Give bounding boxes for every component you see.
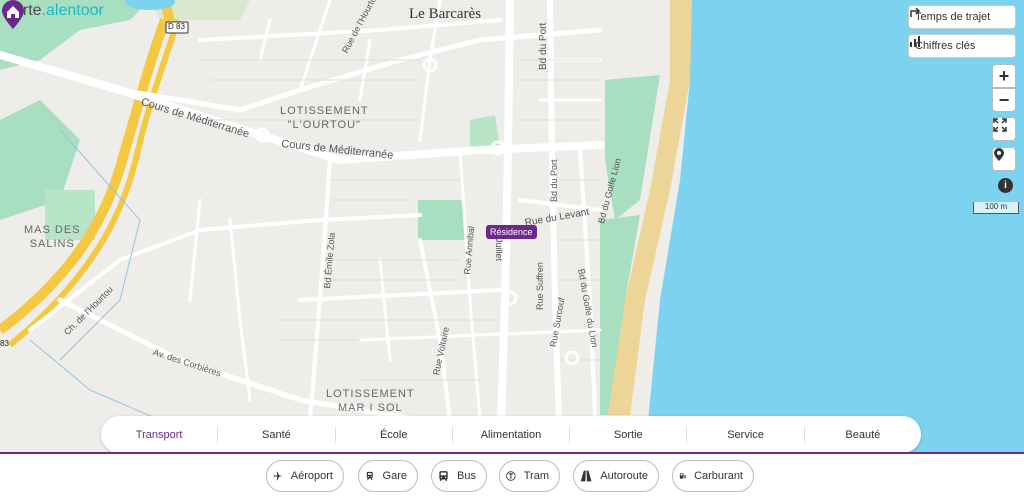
label-lot-mar-line2: MAR I SOL: [338, 402, 403, 414]
residence-pin-icon[interactable]: [0, 0, 26, 30]
zoom-out-button[interactable]: −: [992, 88, 1016, 112]
highway-icon: [580, 470, 592, 482]
info-icon[interactable]: i: [998, 178, 1013, 193]
tab-ecole[interactable]: École: [336, 426, 453, 443]
key-figures-button[interactable]: Chiffres clés: [908, 34, 1016, 58]
scale-bar: 100 m: [973, 202, 1019, 214]
tab-sortie[interactable]: Sortie: [570, 426, 688, 443]
fuel-icon: [679, 473, 686, 479]
tab-sante[interactable]: Santé: [218, 426, 336, 443]
chip-aeroport[interactable]: Aéroport: [266, 460, 344, 492]
travel-time-button[interactable]: Temps de trajet: [908, 5, 1016, 29]
chip-autoroute[interactable]: Autoroute: [573, 460, 659, 492]
label-lot-ourtou-line2: "L'OURTOU": [287, 119, 361, 131]
fullscreen-button[interactable]: [992, 117, 1016, 141]
fullscreen-icon: [993, 118, 1007, 132]
label-bd-port-2: Bd du Port: [549, 159, 559, 202]
tram-icon: [506, 471, 516, 481]
chip-gare[interactable]: Gare: [358, 460, 418, 492]
chip-tram[interactable]: Tram: [499, 460, 560, 492]
chip-aeroport-label: Aéroport: [290, 470, 333, 482]
residence-label[interactable]: Résidence: [486, 225, 537, 239]
label-mas-line2: SALINS: [29, 238, 75, 250]
map-pin-icon: [994, 148, 1004, 161]
plane-icon: [273, 471, 283, 481]
label-juillet: Juillet: [494, 238, 504, 262]
chip-carburant[interactable]: Carburant: [672, 460, 754, 492]
chip-tram-label: Tram: [523, 470, 549, 482]
chip-autoroute-label: Autoroute: [600, 470, 648, 482]
tab-service[interactable]: Service: [687, 426, 805, 443]
tab-transport[interactable]: Transport: [101, 426, 219, 459]
label-lot-ourtou-line1: LOTISSEMENT: [280, 105, 369, 117]
label-lot-mar-line1: LOTISSEMENT: [326, 388, 415, 400]
label-mas-line1: MAS DES: [24, 224, 81, 236]
key-figures-label: Chiffres clés: [915, 40, 976, 52]
bus-icon: [439, 471, 448, 481]
train-icon: [366, 471, 373, 481]
tab-beaute[interactable]: Beauté: [805, 427, 921, 443]
label-mas-des-salins: MAS DES SALINS: [24, 223, 81, 251]
bar-chart-icon: [910, 36, 920, 47]
road-shield-83: 83: [0, 339, 9, 348]
label-rue-suffren: Rue Suffren: [535, 262, 545, 310]
chip-bus[interactable]: Bus: [431, 460, 487, 492]
travel-time-label: Temps de trajet: [915, 11, 991, 23]
zoom-in-button[interactable]: +: [992, 64, 1016, 88]
map[interactable]: carte.alentoor Le Barcarès D 83 83 Rue d…: [0, 0, 1024, 453]
city-name: Le Barcarès: [409, 6, 482, 22]
tab-alimentation[interactable]: Alimentation: [453, 426, 571, 443]
logo-part2: alentoor: [46, 2, 104, 19]
chip-bus-label: Bus: [457, 470, 476, 482]
chip-carburant-label: Carburant: [694, 470, 743, 482]
label-lotissement-ourtou: LOTISSEMENT "L'OURTOU": [280, 104, 369, 132]
road-shield-d83: D 83: [168, 22, 185, 31]
turn-right-icon: [910, 7, 921, 17]
label-bd-port-top: Bd du Port: [538, 22, 549, 70]
chip-gare-label: Gare: [382, 470, 407, 482]
label-lotissement-mar-i-sol: LOTISSEMENT MAR I SOL: [326, 387, 415, 415]
locate-button[interactable]: [992, 147, 1016, 171]
category-tabbar: Transport Santé École Alimentation Sorti…: [101, 416, 921, 459]
